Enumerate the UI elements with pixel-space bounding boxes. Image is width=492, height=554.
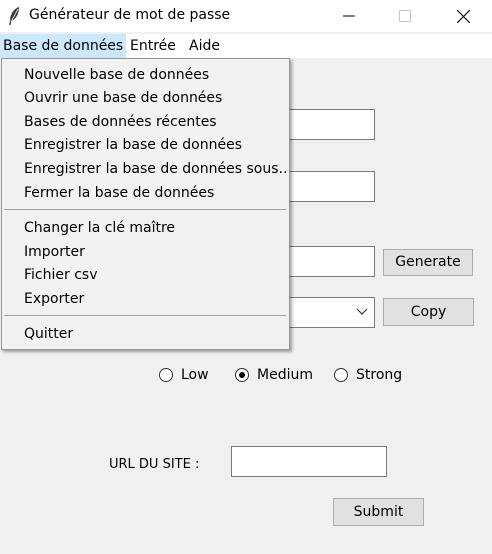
database-menu-dropdown: Nouvelle base de données Ouvrir une base… <box>1 58 290 350</box>
menu-item-quit[interactable]: Quitter <box>24 323 73 345</box>
chevron-down-icon[interactable] <box>356 308 368 316</box>
minimize-button[interactable] <box>326 0 372 32</box>
menu-item-new-database[interactable]: Nouvelle base de données <box>24 64 209 86</box>
feather-icon <box>6 6 22 26</box>
close-icon <box>457 10 470 23</box>
radio-medium-circle[interactable] <box>235 368 249 382</box>
menu-item-change-master-key[interactable]: Changer la clé maître <box>24 217 175 239</box>
menu-item-recent-databases[interactable]: Bases de données récentes <box>24 111 217 133</box>
submit-button[interactable]: Submit <box>333 498 424 526</box>
menu-item-csv-file[interactable]: Fichier csv <box>24 264 97 286</box>
menu-item-save-database[interactable]: Enregistrer la base de données <box>24 134 242 156</box>
radio-medium-label: Medium <box>257 367 313 383</box>
close-button[interactable] <box>440 0 486 32</box>
radio-low-label: Low <box>181 367 209 383</box>
menu-entree[interactable]: Entrée <box>127 34 179 58</box>
title-bar: Générateur de mot de passe <box>0 0 492 32</box>
window-title: Générateur de mot de passe <box>29 7 231 23</box>
menu-item-export[interactable]: Exporter <box>24 288 84 310</box>
menu-item-close-database[interactable]: Fermer la base de données <box>24 182 214 204</box>
menu-separator <box>4 209 286 210</box>
url-input[interactable] <box>231 446 387 477</box>
copy-button[interactable]: Copy <box>383 298 474 326</box>
generate-button[interactable]: Generate <box>383 249 473 276</box>
menu-separator <box>4 315 286 316</box>
radio-strong-label: Strong <box>356 367 403 383</box>
maximize-icon <box>399 10 411 22</box>
minimize-icon <box>343 15 355 17</box>
radio-low-circle[interactable] <box>159 368 173 382</box>
menu-item-save-database-as[interactable]: Enregistrer la base de données sous.. <box>24 158 287 180</box>
menu-aide[interactable]: Aide <box>186 34 223 58</box>
menu-bar: Base de données Entrée Aide <box>0 34 492 58</box>
radio-selected-dot <box>239 372 245 378</box>
menu-base-de-donnees[interactable]: Base de données <box>0 34 127 58</box>
maximize-button[interactable] <box>382 0 428 32</box>
radio-strong-circle[interactable] <box>334 368 348 382</box>
menu-item-import[interactable]: Importer <box>24 241 85 263</box>
menu-item-open-database[interactable]: Ouvrir une base de données <box>24 87 222 109</box>
url-label: URL DU SITE : <box>109 457 200 472</box>
